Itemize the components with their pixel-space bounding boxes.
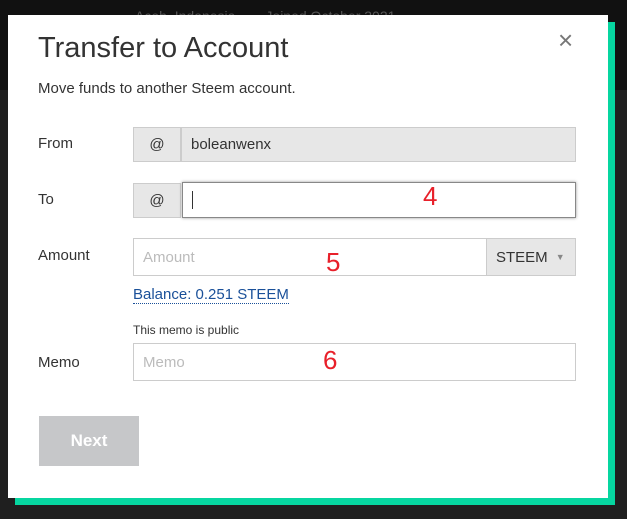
to-label: To <box>38 191 54 208</box>
memo-label: Memo <box>38 354 80 371</box>
currency-value: STEEM <box>496 248 548 266</box>
balance-link[interactable]: Balance: 0.251 STEEM <box>133 286 289 304</box>
modal-subtitle: Move funds to another Steem account. <box>38 80 296 97</box>
to-field[interactable] <box>182 182 576 218</box>
annotation-6: 6 <box>323 345 338 375</box>
from-label: From <box>38 135 73 152</box>
from-field: boleanwenx <box>181 127 576 162</box>
transfer-modal: Transfer to Account × Move funds to anot… <box>8 15 608 498</box>
modal-title: Transfer to Account <box>38 32 289 64</box>
currency-select[interactable]: STEEM ▼ <box>486 238 576 276</box>
memo-public-note: This memo is public <box>133 323 240 337</box>
amount-placeholder: Amount <box>143 248 195 266</box>
annotation-5: 5 <box>326 247 341 277</box>
memo-field[interactable]: Memo <box>133 343 576 381</box>
to-at-prefix: @ <box>133 183 181 218</box>
amount-label: Amount <box>38 247 90 264</box>
from-at-prefix: @ <box>133 127 181 162</box>
next-button[interactable]: Next <box>39 416 139 466</box>
text-cursor <box>192 191 193 209</box>
memo-placeholder: Memo <box>143 353 185 371</box>
close-icon[interactable]: × <box>558 25 573 56</box>
caret-down-icon: ▼ <box>555 252 565 262</box>
annotation-4: 4 <box>423 181 438 211</box>
amount-field[interactable]: Amount <box>133 238 487 276</box>
